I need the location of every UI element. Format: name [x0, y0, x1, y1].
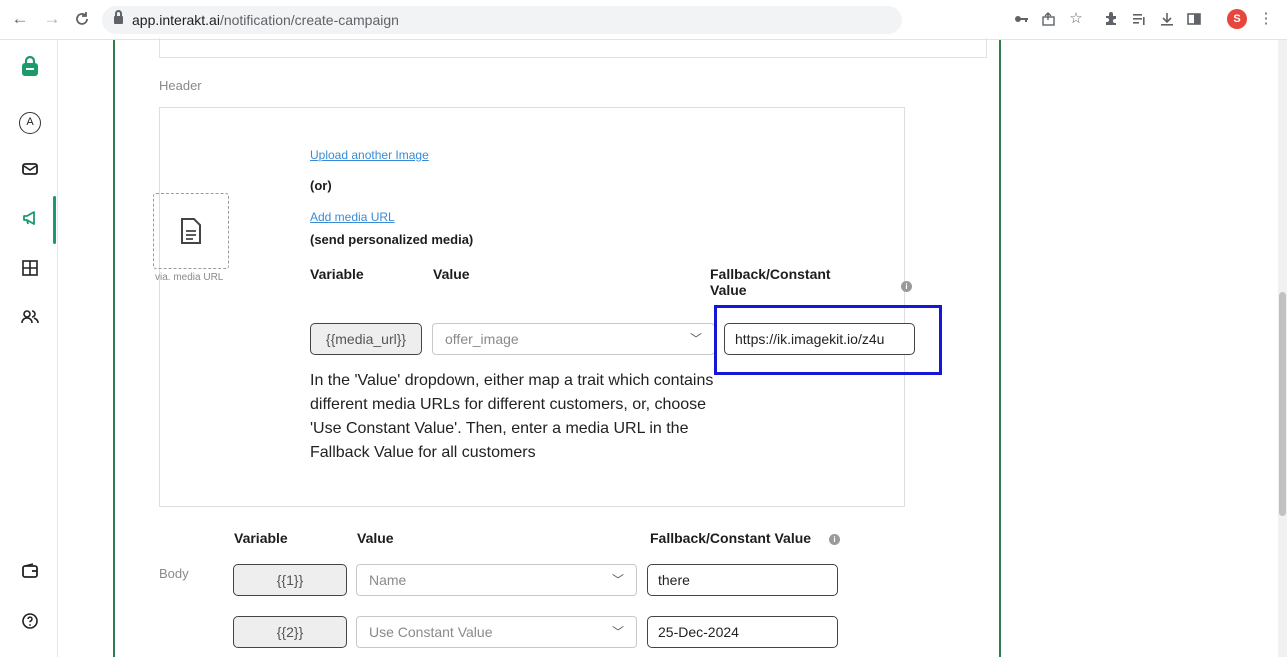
chevron-down-icon: ﹀ [611, 625, 624, 639]
browser-toolbar: ← → app.interakt.ai/notification/create-… [0, 0, 1287, 40]
download-icon[interactable] [1157, 9, 1177, 29]
body-fallback-input-2[interactable]: 25-Dec-2024 [647, 616, 838, 648]
media-url-variable: {{media_url}} [310, 323, 422, 355]
puzzle-icon[interactable] [1101, 9, 1121, 29]
reload-icon[interactable] [72, 9, 92, 29]
url-text[interactable]: app.interakt.ai/notification/create-camp… [132, 12, 399, 28]
lock-icon [114, 10, 123, 25]
info-icon[interactable]: i [901, 281, 912, 292]
body-fallback-input-1[interactable]: there [647, 564, 838, 596]
forward-arrow-icon[interactable]: → [42, 9, 62, 29]
avatar[interactable]: A [19, 112, 41, 134]
body-col-value: Value [357, 530, 394, 546]
help-icon[interactable] [19, 612, 41, 634]
or-text: (or) [310, 178, 332, 193]
upload-image-link[interactable]: Upload another Image [310, 148, 429, 162]
media-value-dropdown[interactable]: offer_image ﹀ [432, 323, 715, 355]
body-variable-2: {{2}} [233, 616, 347, 648]
body-col-variable: Variable [234, 530, 288, 546]
thumbnail-caption: via. media URL [155, 272, 224, 283]
campaign-panel: Header Upload another Image (or) Add med… [113, 38, 1001, 657]
sidebar: A [0, 40, 58, 657]
header-col-fallback: Fallback/Constant Value [710, 266, 831, 298]
scrollbar-thumb[interactable] [1279, 292, 1286, 516]
back-arrow-icon[interactable]: ← [10, 9, 30, 29]
wallet-icon[interactable] [19, 562, 41, 584]
grid-icon[interactable] [19, 259, 41, 281]
chevron-down-icon: ﹀ [689, 332, 702, 346]
header-col-value: Value [433, 266, 470, 282]
header-label: Header [159, 78, 202, 93]
body-variable-1: {{1}} [233, 564, 347, 596]
previous-section-box [159, 38, 987, 58]
media-thumbnail[interactable] [153, 193, 229, 269]
body-value-selected-1: Name [369, 572, 407, 588]
star-icon[interactable]: ☆ [1066, 9, 1086, 29]
highlight-box [714, 305, 942, 375]
personalized-media-text: (send personalized media) [310, 232, 474, 247]
bag-logo-icon[interactable] [19, 55, 41, 78]
menu-icon[interactable]: ⋮ [1256, 9, 1276, 29]
list-icon[interactable] [1129, 9, 1149, 29]
document-icon [181, 218, 201, 244]
profile-avatar[interactable]: S [1227, 9, 1247, 29]
megaphone-icon[interactable] [19, 209, 41, 231]
header-col-variable: Variable [310, 266, 364, 282]
info-icon[interactable]: i [829, 534, 840, 545]
body-col-fallback: Fallback/Constant Value [650, 530, 812, 546]
chevron-down-icon: ﹀ [611, 573, 624, 587]
media-url-description: In the 'Value' dropdown, either map a tr… [310, 372, 714, 461]
body-label: Body [159, 566, 189, 581]
mail-icon[interactable] [19, 160, 41, 182]
address-bar[interactable]: app.interakt.ai/notification/create-camp… [102, 6, 902, 34]
body-value-selected-2: Use Constant Value [369, 624, 493, 640]
add-media-url-link[interactable]: Add media URL [310, 210, 395, 224]
body-value-dropdown-1[interactable]: Name ﹀ [356, 564, 637, 596]
media-value-selected: offer_image [445, 331, 519, 347]
share-icon[interactable] [1039, 9, 1059, 29]
active-indicator [53, 196, 56, 244]
page-scrollbar[interactable] [1278, 40, 1287, 657]
key-icon[interactable] [1011, 9, 1031, 29]
body-value-dropdown-2[interactable]: Use Constant Value ﹀ [356, 616, 637, 648]
panel-icon[interactable] [1184, 9, 1204, 29]
users-icon[interactable] [19, 308, 41, 330]
